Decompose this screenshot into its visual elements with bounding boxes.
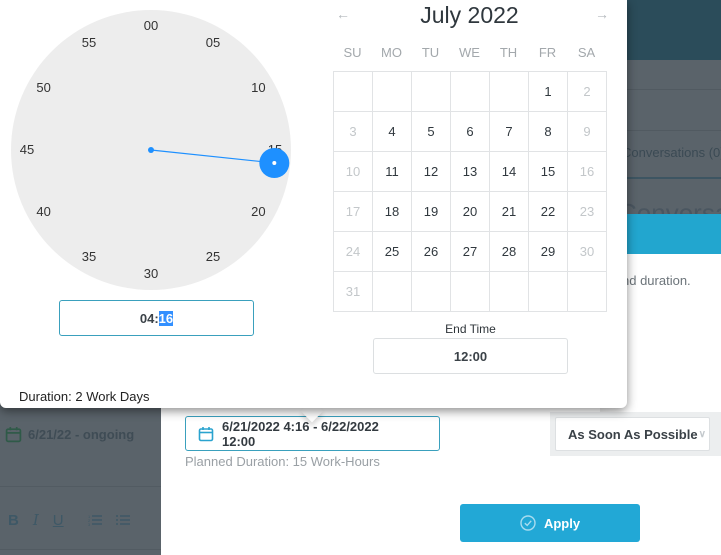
check-circle-icon bbox=[520, 515, 536, 531]
calendar-day-11[interactable]: 11 bbox=[373, 152, 412, 192]
weekday-mo: MO bbox=[381, 45, 402, 60]
task-date-text: 6/21/22 - ongoing bbox=[28, 427, 135, 442]
tab-conversations[interactable]: Conversations (0) bbox=[622, 145, 721, 160]
next-month-button[interactable]: → bbox=[595, 6, 609, 22]
clock-hand-handle-dot bbox=[272, 160, 277, 165]
calendar-day-28[interactable]: 28 bbox=[490, 232, 529, 272]
calendar-day-13[interactable]: 13 bbox=[451, 152, 490, 192]
end-time-input[interactable]: 12:00 bbox=[373, 338, 568, 374]
calendar-icon bbox=[198, 426, 214, 441]
form-description: nd duration. bbox=[622, 273, 691, 288]
underline-button[interactable]: U bbox=[53, 512, 64, 529]
calendar-day-9[interactable]: 9 bbox=[568, 112, 607, 152]
calendar-day-16[interactable]: 16 bbox=[568, 152, 607, 192]
datetime-picker-popover: 000510152025303540455055 04:16 Duration:… bbox=[0, 0, 627, 408]
calendar-day-26[interactable]: 26 bbox=[412, 232, 451, 272]
weekday-we: WE bbox=[459, 45, 480, 60]
calendar-empty-cell bbox=[451, 72, 490, 112]
calendar-day-1[interactable]: 1 bbox=[529, 72, 568, 112]
weekday-fr: FR bbox=[538, 45, 557, 60]
bold-button[interactable]: B bbox=[8, 512, 19, 529]
schedule-mode-value: As Soon As Possible bbox=[568, 426, 698, 442]
start-time-input[interactable]: 04:16 bbox=[59, 300, 254, 336]
calendar-grid: 1 2 3 4 5 6 7 8 9 10 11 12 13 14 15 16 17 18 19 20 21 22 23 24 2… bbox=[333, 71, 607, 312]
calendar-day-5[interactable]: 5 bbox=[412, 112, 451, 152]
weekday-su: SU bbox=[343, 45, 362, 60]
clock-center-dot bbox=[148, 147, 154, 153]
chevron-down-icon: ∨ bbox=[698, 428, 706, 440]
duration-label: Duration: 2 Work Days bbox=[19, 389, 150, 404]
task-date[interactable]: 6/21/22 - ongoing bbox=[5, 426, 134, 443]
calendar-day-12[interactable]: 12 bbox=[412, 152, 451, 192]
calendar-empty-cell bbox=[334, 72, 373, 112]
calendar-day-20[interactable]: 20 bbox=[451, 192, 490, 232]
calendar-empty-cell bbox=[451, 272, 490, 312]
calendar-day-7[interactable]: 7 bbox=[490, 112, 529, 152]
start-time-hours: 04 bbox=[139, 310, 155, 326]
weekday-sa: SA bbox=[577, 45, 596, 60]
calendar-day-22[interactable]: 22 bbox=[529, 192, 568, 232]
calendar-day-18[interactable]: 18 bbox=[373, 192, 412, 232]
planned-duration: Planned Duration: 15 Work-Hours bbox=[185, 454, 380, 469]
weekday-tu: TU bbox=[421, 45, 440, 60]
calendar-empty-cell bbox=[490, 72, 529, 112]
calendar-day-23[interactable]: 23 bbox=[568, 192, 607, 232]
italic-button[interactable]: I bbox=[33, 511, 39, 529]
bullet-list-icon[interactable] bbox=[115, 514, 130, 526]
calendar-day-25[interactable]: 25 bbox=[373, 232, 412, 272]
calendar-day-31[interactable]: 31 bbox=[334, 272, 373, 312]
calendar-day-8[interactable]: 8 bbox=[529, 112, 568, 152]
end-time-value: 12:00 bbox=[453, 348, 488, 364]
calendar-empty-cell bbox=[373, 72, 412, 112]
divider bbox=[0, 486, 161, 487]
calendar-empty-cell bbox=[568, 272, 607, 312]
calendar-day-21[interactable]: 21 bbox=[490, 192, 529, 232]
minute-clock-face[interactable]: 000510152025303540455055 bbox=[11, 10, 291, 290]
clock-hand-layer bbox=[148, 147, 290, 178]
calendar-day-30[interactable]: 30 bbox=[568, 232, 607, 272]
calendar-day-6[interactable]: 6 bbox=[451, 112, 490, 152]
editor-toolbar: B I U 123 bbox=[8, 511, 130, 529]
calendar-icon bbox=[5, 427, 22, 443]
clock-hand bbox=[150, 149, 275, 164]
divider bbox=[0, 549, 161, 550]
start-time-minutes-selected: 16 bbox=[158, 310, 174, 326]
date-range-value: 6/21/2022 4:16 - 6/22/2022 12:00 bbox=[222, 418, 379, 449]
calendar-day-17[interactable]: 17 bbox=[334, 192, 373, 232]
calendar-day-3[interactable]: 3 bbox=[334, 112, 373, 152]
calendar-day-29[interactable]: 29 bbox=[529, 232, 568, 272]
ordered-list-icon[interactable]: 123 bbox=[88, 514, 102, 526]
calendar-day-27[interactable]: 27 bbox=[451, 232, 490, 272]
calendar-empty-cell bbox=[412, 272, 451, 312]
apply-label: Apply bbox=[543, 515, 581, 531]
end-time-label: End Time bbox=[445, 322, 496, 336]
calendar-empty-cell bbox=[412, 72, 451, 112]
calendar-day-2[interactable]: 2 bbox=[568, 72, 607, 112]
calendar-month-title: July 2022 bbox=[420, 2, 519, 28]
calendar-day-4[interactable]: 4 bbox=[373, 112, 412, 152]
schedule-mode-select[interactable]: As Soon As Possible ∨ bbox=[555, 417, 710, 451]
calendar-empty-cell bbox=[373, 272, 412, 312]
calendar-day-15[interactable]: 15 bbox=[529, 152, 568, 192]
calendar-empty-cell bbox=[529, 272, 568, 312]
weekday-header: SU MO TU WE TH FR SA bbox=[333, 45, 606, 60]
calendar-day-10[interactable]: 10 bbox=[334, 152, 373, 192]
svg-text:3: 3 bbox=[88, 522, 91, 526]
calendar-day-14[interactable]: 14 bbox=[490, 152, 529, 192]
calendar-day-19[interactable]: 19 bbox=[412, 192, 451, 232]
weekday-th: TH bbox=[499, 45, 518, 60]
apply-button[interactable]: Apply bbox=[460, 504, 640, 542]
calendar-day-24[interactable]: 24 bbox=[334, 232, 373, 272]
calendar-empty-cell bbox=[490, 272, 529, 312]
